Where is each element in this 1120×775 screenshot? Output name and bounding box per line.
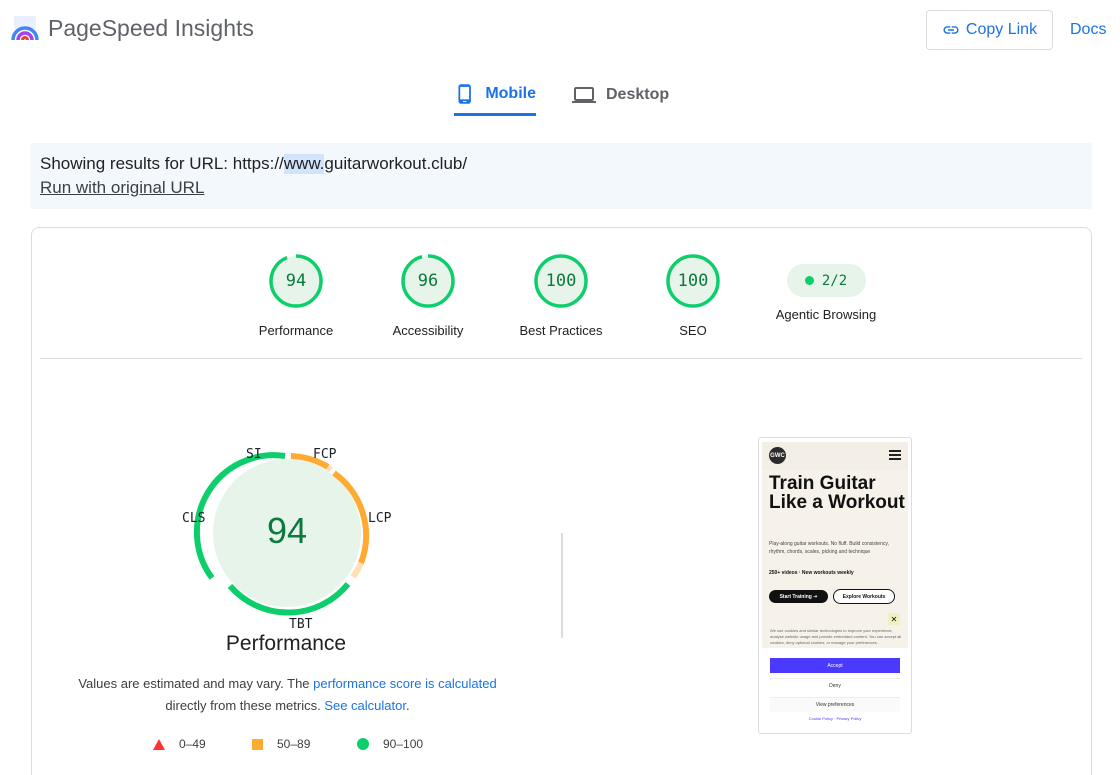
divider — [40, 358, 1082, 359]
tab-mobile[interactable]: Mobile — [454, 74, 536, 116]
legend-pass: 90–100 — [357, 737, 423, 751]
metric-lcp-label[interactable]: LCP — [368, 511, 391, 526]
performance-score-link[interactable]: performance score is calculated — [313, 676, 497, 691]
run-with-original-url-link[interactable]: Run with original URL — [40, 178, 204, 198]
preview-accept-button: Accept — [770, 658, 900, 673]
url-highlight: www. — [283, 154, 325, 174]
performance-gauge: 94 — [170, 440, 410, 630]
preview-explore-button: Explore Workouts — [833, 589, 895, 604]
score-accessibility[interactable]: 96 Accessibility — [368, 253, 488, 338]
metric-si-label[interactable]: SI — [246, 447, 262, 462]
link-icon — [943, 26, 959, 34]
preview-preferences-button: View preferences — [770, 697, 900, 712]
score-label: SEO — [679, 323, 707, 338]
legend-pass-range: 90–100 — [383, 737, 424, 751]
note-text: . — [405, 698, 410, 713]
pagespeed-logo-icon — [10, 14, 40, 44]
score-value: 96 — [417, 271, 439, 291]
vertical-divider — [561, 533, 563, 638]
score-value: 100 — [545, 271, 577, 291]
estimate-note: Values are estimated and may vary. The p… — [60, 673, 515, 717]
preview-cookie-text: We use cookies and similar technologies … — [770, 628, 902, 645]
metric-cls-label[interactable]: CLS — [182, 511, 205, 526]
legend-fail: 0–49 — [153, 737, 206, 751]
preview-deny-button: Deny — [770, 678, 900, 693]
performance-title: Performance — [225, 632, 347, 655]
see-calculator-link[interactable]: See calculator — [324, 698, 406, 713]
preview-hero: Train Guitar Like a Workout Play-along g… — [762, 470, 908, 648]
note-text: Values are estimated and may vary. The — [78, 676, 314, 691]
pass-dot-icon — [804, 276, 814, 285]
url-banner: Showing results for URL: https://www. gui… — [30, 143, 1092, 209]
preview-start-button: Start Training ➔ — [769, 590, 828, 603]
agentic-pill: 2/2 — [786, 264, 866, 297]
preview-title: Train Guitar Like a Workout — [769, 473, 905, 513]
score-value: 94 — [285, 271, 307, 291]
score-performance[interactable]: 94 Performance — [236, 253, 356, 338]
preview-navbar: GWC — [762, 442, 908, 470]
metric-tbt-label[interactable]: TBT — [289, 617, 312, 632]
preview-description: Play-along guitar workouts. No fluff. Bu… — [769, 541, 889, 555]
tab-mobile-label: Mobile — [485, 84, 536, 102]
preview-policy-links: Cookie Policy · Privacy Policy — [808, 716, 862, 721]
url-suffix: guitarworkout.club/ — [324, 154, 468, 173]
score-seo[interactable]: 100 SEO — [633, 253, 753, 338]
url-prefix: Showing results for URL: https:// — [40, 154, 284, 173]
score-label: Accessibility — [392, 323, 464, 338]
agentic-value: 2/2 — [821, 272, 848, 289]
page-screenshot-preview: GWC Train Guitar Like a Workout Play-alo… — [758, 437, 912, 734]
tab-desktop[interactable]: Desktop — [572, 74, 669, 116]
legend-fail-range: 0–49 — [179, 737, 206, 751]
hamburger-menu-icon — [889, 450, 901, 460]
preview-close-icon: ✕ — [888, 613, 900, 625]
preview-count: 250+ videos · New workouts weekly — [769, 570, 854, 576]
average-square-icon — [252, 738, 263, 750]
performance-score: 94 — [266, 510, 308, 551]
pass-circle-icon — [357, 738, 369, 750]
smartphone-icon — [458, 83, 471, 104]
preview-logo: GWC — [769, 447, 786, 464]
fail-triangle-icon — [153, 738, 165, 750]
note-text: directly from these metrics. — [165, 698, 325, 713]
score-agentic-browsing[interactable]: 2/2 Agentic Browsing — [766, 253, 886, 322]
metric-fcp-label[interactable]: FCP — [313, 447, 336, 462]
copy-link-button[interactable]: Copy Link — [926, 10, 1053, 50]
score-best-practices[interactable]: 100 Best Practices — [501, 253, 621, 338]
score-label: Performance — [258, 323, 334, 338]
agentic-label: Agentic Browsing — [775, 307, 877, 322]
legend-average-range: 50–89 — [277, 737, 311, 751]
brand-title: PageSpeed Insights — [48, 15, 254, 41]
legend-average: 50–89 — [252, 737, 310, 751]
score-label: Best Practices — [519, 323, 603, 338]
docs-link[interactable]: Docs — [1070, 21, 1106, 39]
laptop-icon — [572, 87, 596, 103]
score-value: 100 — [677, 271, 709, 291]
tab-desktop-label: Desktop — [606, 86, 670, 103]
copy-link-label: Copy Link — [965, 21, 1038, 38]
